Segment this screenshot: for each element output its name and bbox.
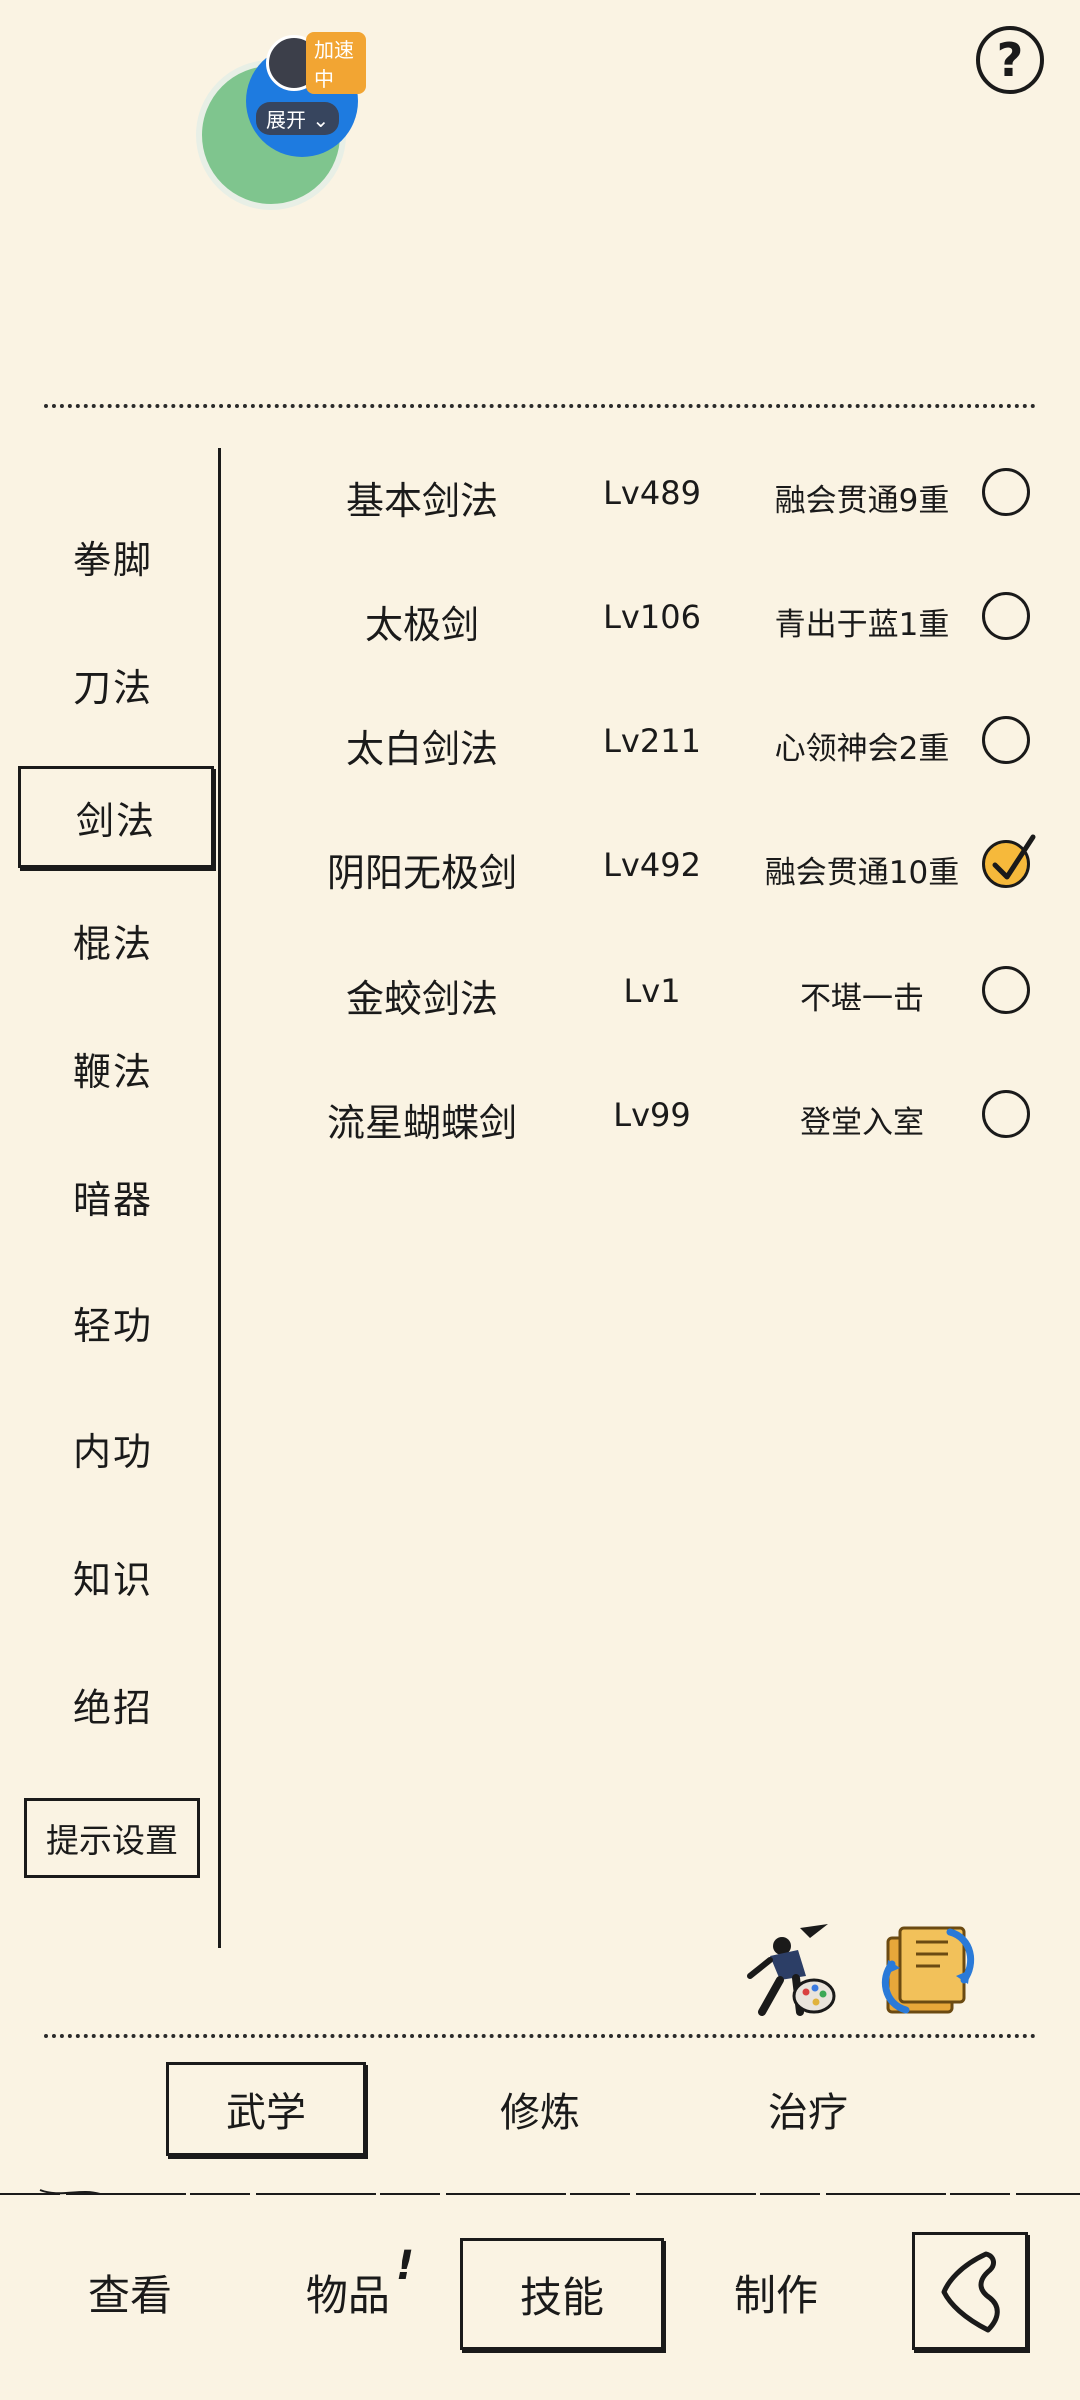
skill-rank: 融会贯通9重 [774,483,950,519]
category-anqi[interactable]: 暗器 [18,1148,208,1244]
skill-level: Lv99 [613,1096,691,1134]
nav-label: 物品 [305,2270,390,2320]
skill-rank: 青出于蓝1重 [774,607,950,643]
category-label: 内功 [72,1429,153,1474]
category-label: 剑法 [75,798,156,843]
alert-icon: ! [395,2243,415,2289]
subtab-label: 武学 [226,2090,306,2136]
skill-select-radio[interactable] [982,592,1030,640]
category-jianfa[interactable]: 剑法 [18,766,214,868]
skill-rank: 登堂入室 [800,1105,924,1141]
book-exchange-icon [881,1926,975,2014]
skill-name: 太极剑 [364,603,479,647]
skill-row[interactable]: 基本剑法 Lv489 融会贯通9重 [222,444,1072,544]
nav-items[interactable]: 物品 ! [280,2236,440,2348]
skill-level: Lv489 [603,474,701,512]
subtab-label: 治疗 [768,2090,848,2136]
skill-row[interactable]: 流星蝴蝶剑 Lv99 登堂入室 [222,1066,1072,1166]
category-label: 刀法 [72,665,153,710]
help-icon: ? [996,33,1024,87]
category-daofa[interactable]: 刀法 [18,636,208,732]
expand-label: 展开 [266,108,306,132]
hint-settings-button[interactable]: 提示设置 [24,1798,200,1878]
category-label: 鞭法 [72,1049,153,1094]
nav-label: 技能 [519,2272,604,2322]
category-juezhao[interactable]: 绝招 [18,1656,208,1752]
skill-select-radio[interactable] [982,716,1030,764]
subtab-wuxue[interactable]: 武学 [166,2062,366,2156]
expand-button[interactable]: 展开 ⌄ [256,102,340,135]
back-button[interactable] [912,2232,1028,2350]
category-label: 拳脚 [72,537,153,582]
category-qinggong[interactable]: 轻功 [18,1274,208,1370]
category-quanjiao[interactable]: 拳脚 [18,508,208,604]
skill-name: 阴阳无极剑 [326,851,517,895]
floating-accelerator-widget[interactable]: 加速中 展开 ⌄ [196,32,366,210]
skill-select-radio[interactable] [982,1090,1030,1138]
skill-select-radio[interactable] [982,468,1030,516]
category-label: 知识 [72,1557,153,1602]
skill-row[interactable]: 阴阳无极剑 Lv492 融会贯通10重 [222,816,1072,916]
subtab-zhiliao[interactable]: 治疗 [708,2062,908,2156]
skill-level: Lv492 [603,846,701,884]
category-label: 暗器 [72,1177,153,1222]
category-label: 绝招 [72,1685,153,1730]
category-label: 棍法 [72,921,153,966]
book-swap-icon[interactable] [876,1920,982,2020]
nav-label: 制作 [733,2270,818,2320]
hint-settings-label: 提示设置 [46,1821,178,1860]
category-neigong[interactable]: 内功 [18,1400,208,1496]
skill-name: 太白剑法 [345,727,498,771]
subtab-xiulian[interactable]: 修炼 [440,2062,640,2156]
skill-rank: 不堪一击 [800,981,924,1017]
warrior-skin-icon[interactable] [740,1920,840,2020]
nav-view[interactable]: 查看 [60,2236,200,2348]
help-button[interactable]: ? [976,26,1044,94]
accelerating-badge: 加速中 [306,32,366,94]
skill-row[interactable]: 太极剑 Lv106 青出于蓝1重 [222,568,1072,668]
skill-row[interactable]: 金蛟剑法 Lv1 不堪一击 [222,942,1072,1042]
category-zhishi[interactable]: 知识 [18,1528,208,1624]
skill-name: 流星蝴蝶剑 [326,1101,517,1145]
skill-name: 金蛟剑法 [345,977,498,1021]
skill-rank: 心领神会2重 [774,731,950,767]
sidebar-divider [218,448,221,1948]
checkmark-icon [992,834,1036,880]
skill-rank: 融会贯通10重 [764,855,960,891]
nav-label: 查看 [87,2270,172,2320]
nav-craft[interactable]: 制作 [706,2236,846,2348]
category-gunfa[interactable]: 棍法 [18,892,208,988]
chevron-down-icon: ⌄ [312,108,330,132]
category-bianfa[interactable]: 鞭法 [18,1020,208,1116]
bottom-dotted-divider [44,2034,1036,2038]
nav-divider [0,2189,1080,2195]
warrior-palette-icon [747,1924,836,2016]
skill-level: Lv1 [623,972,681,1010]
category-label: 轻功 [72,1303,153,1348]
subtab-label: 修炼 [500,2090,580,2136]
skill-row[interactable]: 太白剑法 Lv211 心领神会2重 [222,692,1072,792]
skill-select-radio[interactable] [982,834,1036,888]
back-arrow-icon [941,2251,1000,2333]
top-divider [44,404,1036,408]
nav-skills[interactable]: 技能 [460,2238,664,2350]
skill-level: Lv211 [603,722,701,760]
skill-select-radio[interactable] [982,966,1030,1014]
skill-level: Lv106 [603,598,701,636]
skill-name: 基本剑法 [345,479,498,523]
